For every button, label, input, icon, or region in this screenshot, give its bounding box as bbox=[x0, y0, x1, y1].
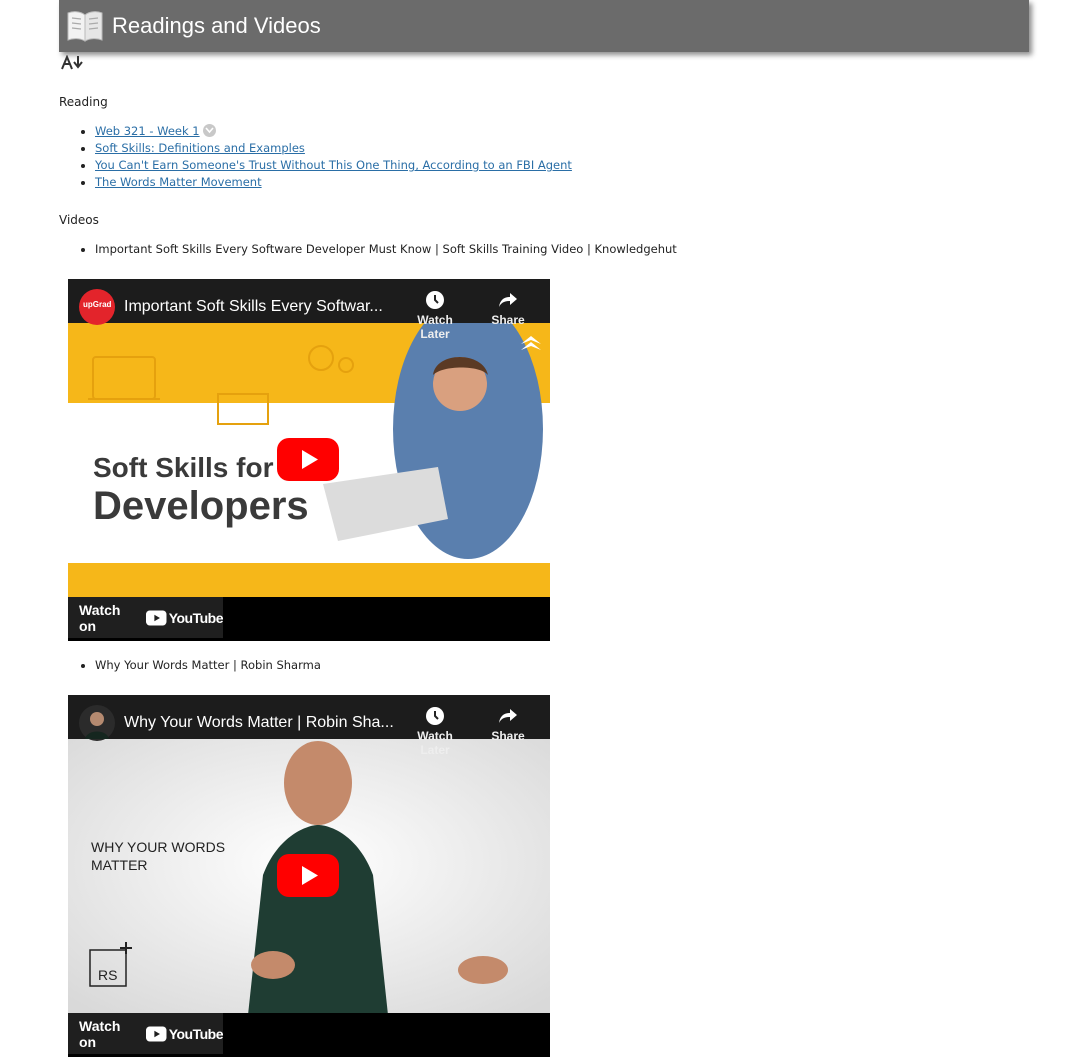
share-button[interactable]: Share bbox=[478, 706, 538, 743]
watch-later-label: Watch Later bbox=[417, 729, 453, 757]
video-heading: Why Your Words Matter | Robin Sharma bbox=[95, 658, 321, 672]
video-player-words-matter[interactable]: RS Why Your Words Matter | Robin Sha... … bbox=[68, 695, 550, 1057]
share-icon bbox=[499, 293, 517, 307]
player-title[interactable]: Why Your Words Matter | Robin Sha... bbox=[124, 714, 394, 732]
reading-link-soft-skills[interactable]: Soft Skills: Definitions and Examples bbox=[95, 141, 305, 155]
play-button-icon[interactable] bbox=[277, 854, 339, 897]
page-title: Readings and Videos bbox=[112, 13, 321, 38]
youtube-logo-icon bbox=[146, 1026, 167, 1041]
share-label: Share bbox=[491, 313, 525, 327]
chevron-down-icon[interactable] bbox=[202, 124, 216, 137]
open-book-icon bbox=[67, 11, 103, 42]
reading-link-web321[interactable]: Web 321 - Week 1 bbox=[95, 124, 200, 138]
channel-avatar-icon bbox=[85, 712, 109, 739]
reading-label: Reading bbox=[59, 95, 108, 109]
text-size-icon[interactable] bbox=[61, 55, 85, 71]
channel-badge-text: upGrad bbox=[83, 300, 112, 309]
list-item: The Words Matter Movement bbox=[95, 174, 572, 191]
list-item: Soft Skills: Definitions and Examples bbox=[95, 140, 572, 157]
youtube-wordmark: YouTube bbox=[168, 609, 224, 626]
knowledgehut-logo-icon bbox=[521, 336, 541, 350]
list-item: You Can't Earn Someone's Trust Without T… bbox=[95, 157, 572, 174]
list-item: Why Your Words Matter | Robin Sharma bbox=[95, 657, 321, 674]
video-heading: Important Soft Skills Every Software Dev… bbox=[95, 242, 677, 256]
reading-link-words-matter[interactable]: The Words Matter Movement bbox=[95, 175, 262, 189]
youtube-wordmark: YouTube bbox=[168, 1025, 224, 1042]
reading-link-fbi-trust[interactable]: You Can't Earn Someone's Trust Without T… bbox=[95, 158, 572, 172]
video-player-soft-skills[interactable]: upGrad Important Soft Skills Every Softw… bbox=[68, 279, 550, 641]
channel-avatar[interactable] bbox=[79, 705, 115, 741]
thumbnail-caption-line2: Developers bbox=[93, 484, 309, 528]
thumbnail-caption-line1: Soft Skills for bbox=[93, 452, 274, 483]
thumbnail-caption-line1: WHY YOUR WORDS bbox=[91, 839, 226, 855]
list-item: Important Soft Skills Every Software Dev… bbox=[95, 241, 677, 258]
play-button-icon[interactable] bbox=[277, 438, 339, 481]
channel-avatar[interactable]: upGrad bbox=[79, 289, 115, 325]
watch-later-button[interactable]: Watch Later bbox=[405, 290, 465, 341]
watch-on-youtube-button[interactable]: Watch on YouTube bbox=[68, 1013, 224, 1054]
clock-icon bbox=[426, 291, 444, 309]
watch-later-label: Watch Later bbox=[417, 313, 453, 341]
watch-on-label: Watch on bbox=[79, 601, 121, 634]
rs-logo: RS bbox=[98, 967, 118, 983]
thumbnail-caption-line2: MATTER bbox=[91, 857, 148, 873]
video-list-1: Important Soft Skills Every Software Dev… bbox=[59, 241, 677, 258]
list-item: Web 321 - Week 1 bbox=[95, 123, 572, 140]
videos-label: Videos bbox=[59, 213, 99, 227]
watch-later-button[interactable]: Watch Later bbox=[405, 706, 465, 757]
share-icon bbox=[499, 709, 517, 723]
page-header-banner: Readings and Videos bbox=[59, 0, 1029, 52]
reading-list: Web 321 - Week 1 Soft Skills: Definition… bbox=[59, 123, 572, 191]
watch-on-label: Watch on bbox=[79, 1017, 121, 1050]
share-button[interactable]: Share bbox=[478, 290, 538, 327]
video-list-2: Why Your Words Matter | Robin Sharma bbox=[59, 657, 321, 674]
player-title[interactable]: Important Soft Skills Every Softwar... bbox=[124, 298, 383, 316]
clock-icon bbox=[426, 707, 444, 725]
watch-on-youtube-button[interactable]: Watch on YouTube bbox=[68, 597, 224, 638]
share-label: Share bbox=[491, 729, 525, 743]
youtube-logo-icon bbox=[146, 610, 167, 625]
